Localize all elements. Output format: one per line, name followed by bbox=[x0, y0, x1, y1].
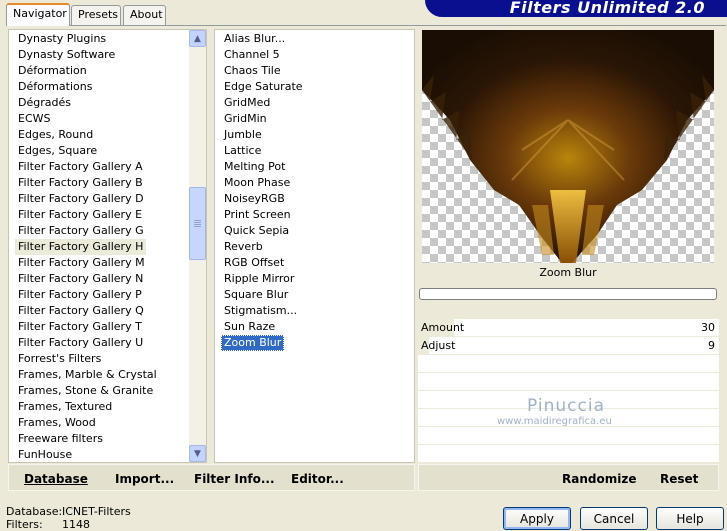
list-item[interactable]: FunHouse bbox=[15, 447, 75, 463]
list-item[interactable]: Forrest's Filters bbox=[15, 351, 104, 367]
param-empty bbox=[418, 355, 719, 373]
list-item[interactable]: Zoom Blur bbox=[221, 335, 285, 351]
status-value: ICNET-Filters bbox=[62, 505, 131, 518]
selected-filter-title: Zoom Blur bbox=[539, 266, 597, 279]
right-toolbar: Randomize Reset bbox=[418, 464, 719, 491]
list-item[interactable]: Filter Factory Gallery G bbox=[15, 223, 147, 239]
list-item[interactable]: GridMed bbox=[221, 95, 273, 111]
list-item[interactable]: Quick Sepia bbox=[221, 223, 292, 239]
banner-title: Filters Unlimited 2.0 bbox=[509, 0, 705, 17]
progress-bar bbox=[419, 288, 717, 300]
tab-navigator[interactable]: Navigator bbox=[6, 3, 70, 26]
preview-image bbox=[422, 30, 714, 263]
list-item[interactable]: Filter Factory Gallery N bbox=[15, 271, 146, 287]
header-banner: Filters Unlimited 2.0 bbox=[425, 0, 727, 17]
list-item[interactable]: Reverb bbox=[221, 239, 266, 255]
list-item[interactable]: Ripple Mirror bbox=[221, 271, 297, 287]
list-item[interactable]: Filter Factory Gallery Q bbox=[15, 303, 147, 319]
list-item[interactable]: Dynasty Plugins bbox=[15, 31, 109, 47]
reset-button[interactable]: Reset bbox=[660, 472, 698, 486]
randomize-button[interactable]: Randomize bbox=[562, 472, 636, 486]
status-label: Database: bbox=[6, 505, 63, 518]
cancel-button[interactable]: Cancel bbox=[580, 507, 648, 530]
parameter-panel: Amount 30 Adjust 9 bbox=[418, 319, 719, 463]
list-item[interactable]: Déformation bbox=[15, 63, 90, 79]
watermark-url: www.maidiregrafica.eu bbox=[497, 416, 612, 427]
list-item[interactable]: Melting Pot bbox=[221, 159, 288, 175]
list-item[interactable]: Filter Factory Gallery T bbox=[15, 319, 145, 335]
tab-label: Presets bbox=[78, 8, 119, 21]
tab-label: About bbox=[130, 8, 163, 21]
list-item[interactable]: NoiseyRGB bbox=[221, 191, 288, 207]
list-item[interactable]: Frames, Stone & Granite bbox=[15, 383, 156, 399]
category-scrollbar[interactable]: ▲ ▼ bbox=[189, 30, 206, 462]
editor-button[interactable]: Editor... bbox=[291, 472, 344, 486]
tab-label: Navigator bbox=[13, 7, 67, 20]
list-item[interactable]: Moon Phase bbox=[221, 175, 293, 191]
filter-info-button[interactable]: Filter Info... bbox=[194, 472, 275, 486]
param-label: Amount bbox=[421, 321, 465, 334]
left-toolbar: Database Import... Filter Info... Editor… bbox=[8, 464, 415, 491]
list-item[interactable]: Filter Factory Gallery D bbox=[15, 191, 147, 207]
status-label: Filters: bbox=[6, 518, 43, 531]
param-adjust[interactable]: Adjust 9 bbox=[418, 337, 719, 355]
param-amount[interactable]: Amount 30 bbox=[418, 319, 719, 337]
param-value: 9 bbox=[708, 339, 715, 352]
scroll-down-button[interactable]: ▼ bbox=[189, 445, 206, 462]
import-button[interactable]: Import... bbox=[115, 472, 174, 486]
list-item[interactable]: Filter Factory Gallery E bbox=[15, 207, 145, 223]
list-item[interactable]: Jumble bbox=[221, 127, 265, 143]
apply-button[interactable]: Apply bbox=[503, 507, 571, 530]
list-item[interactable]: Dynasty Software bbox=[15, 47, 118, 63]
list-item[interactable]: Filter Factory Gallery P bbox=[15, 287, 145, 303]
list-item[interactable]: Frames, Wood bbox=[15, 415, 99, 431]
list-item[interactable]: Square Blur bbox=[221, 287, 291, 303]
list-item[interactable]: Frames, Marble & Crystal bbox=[15, 367, 160, 383]
list-item[interactable]: GridMin bbox=[221, 111, 270, 127]
list-item[interactable]: Stigmatism... bbox=[221, 303, 300, 319]
list-item[interactable]: Sun Raze bbox=[221, 319, 278, 335]
list-item[interactable]: Print Screen bbox=[221, 207, 294, 223]
tab-about[interactable]: About bbox=[123, 5, 166, 25]
watermark-name: Pinuccia bbox=[527, 396, 605, 416]
list-item[interactable]: Filter Factory Gallery A bbox=[15, 159, 146, 175]
param-empty bbox=[418, 427, 719, 445]
help-button[interactable]: Help bbox=[656, 507, 724, 530]
scroll-up-button[interactable]: ▲ bbox=[189, 30, 206, 47]
list-item[interactable]: Frames, Textured bbox=[15, 399, 115, 415]
list-item[interactable]: Filter Factory Gallery B bbox=[15, 175, 146, 191]
list-item[interactable]: RGB Offset bbox=[221, 255, 287, 271]
list-item[interactable]: Lattice bbox=[221, 143, 264, 159]
param-empty bbox=[418, 445, 719, 463]
list-item[interactable]: Déformations bbox=[15, 79, 95, 95]
tab-strip-border bbox=[6, 25, 726, 26]
list-item[interactable]: Edges, Round bbox=[15, 127, 96, 143]
filter-list[interactable]: Alias Blur... Channel 5 Chaos Tile Edge Sat… bbox=[214, 29, 415, 463]
grip-icon bbox=[194, 220, 201, 227]
param-value: 30 bbox=[701, 321, 715, 334]
list-item[interactable]: ECWS bbox=[15, 111, 54, 127]
list-item[interactable]: Edges, Square bbox=[15, 143, 100, 159]
preview-artwork bbox=[422, 30, 714, 263]
database-button[interactable]: Database bbox=[24, 472, 88, 486]
chevron-down-icon: ▼ bbox=[194, 448, 201, 459]
scroll-thumb[interactable] bbox=[189, 187, 206, 260]
chevron-up-icon: ▲ bbox=[194, 33, 201, 44]
status-filters: Filters: 1148 bbox=[6, 518, 90, 531]
status-value: 1148 bbox=[62, 518, 90, 531]
category-list[interactable]: Dynasty Plugins Dynasty Software Déformati… bbox=[8, 29, 207, 463]
list-item[interactable]: Filter Factory Gallery U bbox=[15, 335, 146, 351]
param-label: Adjust bbox=[421, 339, 456, 352]
list-item[interactable]: Filter Factory Gallery M bbox=[15, 255, 148, 271]
list-item[interactable]: Chaos Tile bbox=[221, 63, 284, 79]
list-item[interactable]: Filter Factory Gallery H bbox=[15, 239, 147, 255]
list-item[interactable]: Channel 5 bbox=[221, 47, 283, 63]
list-item[interactable]: Edge Saturate bbox=[221, 79, 306, 95]
tab-presets[interactable]: Presets bbox=[71, 5, 121, 25]
status-database: Database: ICNET-Filters bbox=[6, 505, 131, 518]
param-empty bbox=[418, 373, 719, 391]
list-item[interactable]: Dégradés bbox=[15, 95, 74, 111]
list-item[interactable]: Freeware filters bbox=[15, 431, 106, 447]
list-item[interactable]: Alias Blur... bbox=[221, 31, 288, 47]
